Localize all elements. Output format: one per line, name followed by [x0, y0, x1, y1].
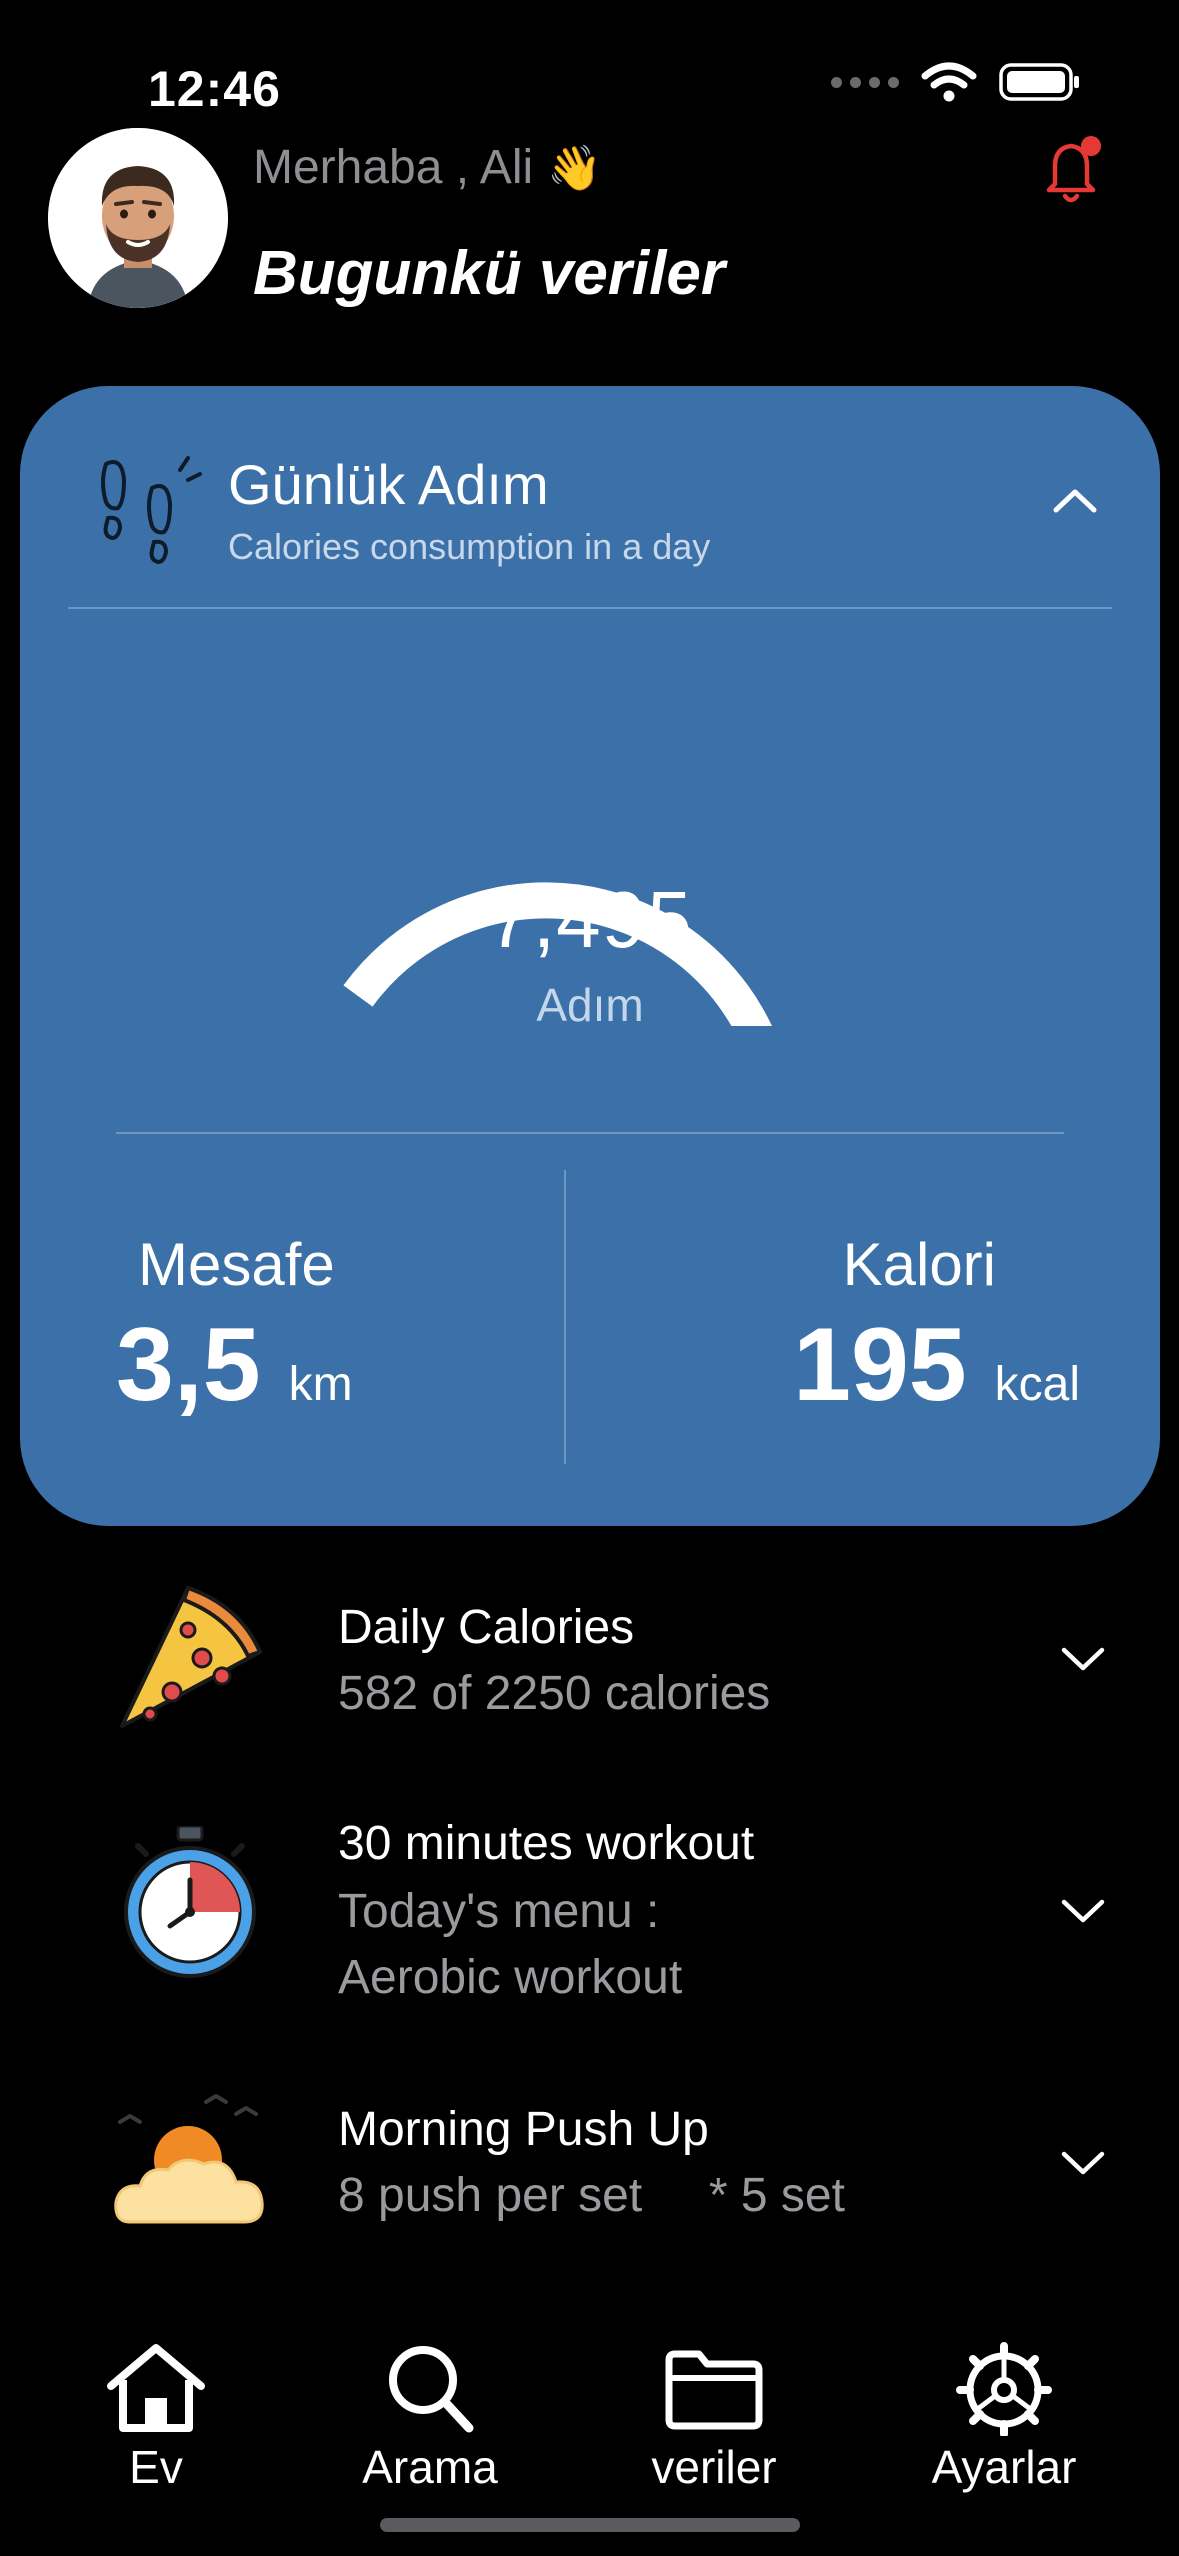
card-subtitle: Calories consumption in a day [228, 526, 711, 567]
card-title: Günlük Adım [228, 453, 549, 516]
gear-icon [956, 2342, 1052, 2436]
activity-item-workout[interactable]: 30 minutes workout Today's menu : Aerobi… [0, 1800, 1179, 2030]
search-icon [389, 2346, 474, 2433]
stats-divider [116, 1132, 1064, 1134]
activity-item-daily-calories[interactable]: Daily Calories 582 of 2250 calories [0, 1580, 1179, 1760]
calories-unit: kcal [994, 1358, 1080, 1411]
steps-label: Adım [536, 979, 644, 1031]
wifi-icon [921, 62, 977, 102]
calories-value: 195 [793, 1307, 967, 1423]
activity-subtitle: 582 of 2250 calories [338, 1667, 771, 1720]
daily-steps-card: Günlük Adım Calories consumption in a da… [20, 386, 1160, 1526]
home-icon [107, 2344, 205, 2432]
chevron-up-icon[interactable] [1050, 486, 1100, 516]
greeting: Merhaba , Ali 👋 [253, 140, 602, 195]
bell-icon[interactable] [1037, 132, 1107, 208]
chevron-down-icon[interactable] [1060, 1898, 1106, 1926]
distance-value: 3,5 [116, 1307, 261, 1423]
greeting-text: Merhaba , Ali [253, 141, 534, 194]
status-icons [831, 62, 1081, 102]
tab-label-home: Ev [129, 2441, 183, 2493]
app-screen: 12:46 Merhaba , Ali 👋 Bugunkü veriler Gü… [0, 0, 1179, 2556]
activity-item-push-up[interactable]: Morning Push Up 8 push per set * 5 set [0, 2086, 1179, 2266]
sun-cloud-icon [114, 2094, 264, 2224]
tab-settings[interactable]: Ayarlar [894, 2340, 1114, 2494]
home-indicator[interactable] [380, 2518, 800, 2532]
activity-subtitle-line2: Aerobic workout [338, 1951, 683, 2004]
pizza-icon [120, 1586, 262, 1728]
activity-subtitle-line1: Today's menu : [338, 1885, 660, 1938]
tab-home[interactable]: Ev [46, 2340, 266, 2494]
tab-search[interactable]: Arama [320, 2340, 540, 2494]
stats-separator [564, 1170, 566, 1464]
battery-icon [999, 63, 1079, 101]
activity-subtitle: 8 push per set * 5 set [338, 2169, 845, 2222]
activity-title: Morning Push Up [338, 2103, 709, 2156]
steps-value: 7,495 [487, 875, 693, 964]
page-title: Bugunkü veriler [253, 239, 725, 308]
wave-icon: 👋 [547, 143, 602, 193]
card-divider [68, 607, 1112, 609]
activity-title: Daily Calories [338, 1601, 635, 1654]
stopwatch-icon [124, 1826, 256, 1978]
calories-stat: 195 kcal [793, 1306, 1080, 1425]
tab-data[interactable]: veriler [604, 2340, 824, 2494]
user-avatar-illustration [48, 128, 228, 308]
chevron-down-icon[interactable] [1060, 2150, 1106, 2178]
cellular-signal-icon [831, 76, 899, 88]
status-time: 12:46 [148, 61, 281, 117]
footprints-icon [101, 456, 202, 565]
tab-label-search: Arama [362, 2441, 498, 2493]
tab-label-data: veriler [651, 2441, 777, 2493]
tab-label-settings: Ayarlar [931, 2441, 1077, 2493]
distance-label: Mesafe [138, 1231, 335, 1298]
distance-unit: km [288, 1358, 353, 1411]
folder-icon [665, 2350, 763, 2430]
avatar[interactable] [48, 128, 228, 308]
distance-stat: 3,5 km [116, 1306, 353, 1425]
chevron-down-icon[interactable] [1060, 1646, 1106, 1674]
activity-title: 30 minutes workout [338, 1817, 755, 1870]
calories-label: Kalori [842, 1231, 996, 1298]
